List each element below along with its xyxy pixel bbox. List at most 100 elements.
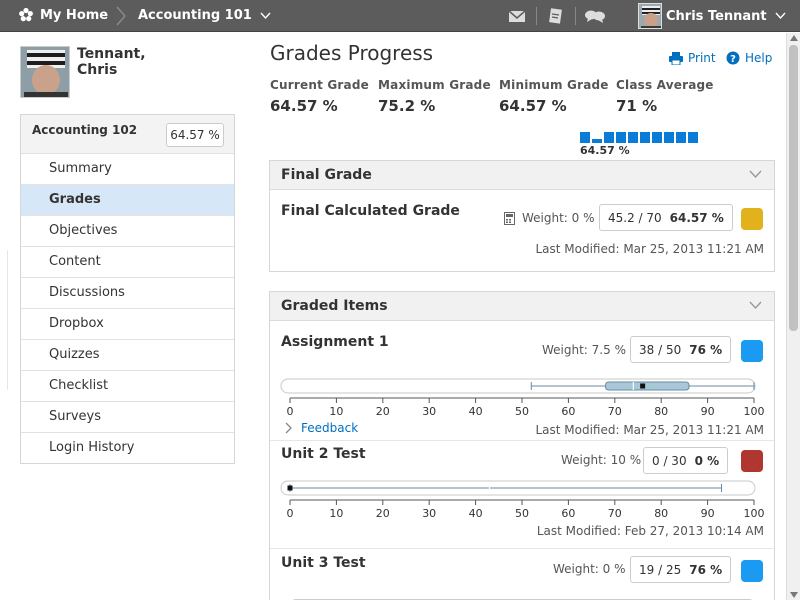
final-grade-color-swatch bbox=[741, 208, 763, 230]
nav-item-surveys[interactable]: Surveys bbox=[21, 401, 234, 432]
course-selector[interactable]: Accounting 101 bbox=[138, 8, 271, 23]
feedback-link[interactable]: Feedback bbox=[285, 421, 358, 435]
home-flower-icon bbox=[19, 7, 33, 22]
iqr-box bbox=[605, 381, 690, 391]
item-score-box: 38 / 50 76 % bbox=[630, 336, 732, 363]
tick-label: 10 bbox=[329, 507, 343, 520]
nav-item-quizzes[interactable]: Quizzes bbox=[21, 339, 234, 370]
tick-label: 60 bbox=[561, 507, 575, 520]
user-name: Chris Tennant bbox=[666, 8, 767, 24]
tick-label: 20 bbox=[376, 405, 390, 418]
avatar bbox=[638, 3, 662, 29]
print-link[interactable]: Print bbox=[669, 51, 716, 65]
nav-item-grades[interactable]: Grades bbox=[21, 184, 234, 215]
class-average-stat: Class Average 71 % bbox=[616, 78, 714, 115]
profile-name: Tennant, Chris bbox=[77, 46, 146, 78]
tick-label: 30 bbox=[422, 507, 436, 520]
course-selector-label: Accounting 101 bbox=[138, 8, 252, 23]
item-weight: Weight: 10 % bbox=[561, 453, 642, 467]
minimum-grade-stat: Minimum Grade 64.57 % bbox=[499, 78, 609, 115]
minimum-grade-label: Minimum Grade bbox=[499, 78, 609, 92]
graded-items-title: Graded Items bbox=[281, 298, 388, 314]
final-percent: 64.57 % bbox=[669, 210, 724, 225]
svg-text:?: ? bbox=[730, 54, 736, 65]
maximum-grade-stat: Maximum Grade 75.2 % bbox=[378, 78, 491, 115]
breadcrumb-separator-icon bbox=[116, 6, 127, 26]
current-grade-label: Current Grade bbox=[270, 78, 369, 92]
class-average-value: 71 % bbox=[616, 97, 658, 115]
tick-label: 40 bbox=[469, 405, 483, 418]
caret-down-icon bbox=[775, 12, 786, 20]
nav-item-content[interactable]: Content bbox=[21, 246, 234, 277]
notification-icons bbox=[506, 5, 606, 27]
item-title: Unit 2 Test bbox=[281, 446, 366, 462]
final-calculated-grade-title: Final Calculated Grade bbox=[281, 203, 460, 219]
nav-item-discussions[interactable]: Discussions bbox=[21, 277, 234, 308]
item-title: Unit 3 Test bbox=[281, 555, 366, 571]
nav-item-objectives[interactable]: Objectives bbox=[21, 215, 234, 246]
help-link[interactable]: ? Help bbox=[726, 51, 772, 65]
item-percent: 76 % bbox=[689, 342, 723, 357]
graded-items-header[interactable]: Graded Items bbox=[270, 292, 774, 321]
item-modified: Last Modified: Feb 27, 2013 10:14 AM bbox=[536, 524, 764, 538]
scroll-up-icon[interactable] bbox=[790, 35, 798, 41]
distribution-bar bbox=[664, 132, 674, 143]
distribution-bar bbox=[640, 132, 650, 143]
graded-item-row: Assignment 1 Weight: 7.5 % 38 / 50 76 % … bbox=[270, 322, 774, 440]
student-marker bbox=[287, 485, 293, 491]
chevron-down-icon[interactable] bbox=[749, 301, 762, 309]
tick-label: 100 bbox=[744, 507, 765, 520]
tick-label: 50 bbox=[515, 405, 529, 418]
final-grade-title: Final Grade bbox=[281, 167, 372, 183]
scrollbar-thumb[interactable] bbox=[789, 45, 798, 331]
nav-item-login-history[interactable]: Login History bbox=[21, 432, 234, 463]
grade-distribution-bars bbox=[580, 132, 700, 143]
graded-item-row: Unit 3 Test Weight: 0 % 19 / 25 76 % bbox=[270, 548, 774, 600]
tick-label: 40 bbox=[469, 507, 483, 520]
page-title: Grades Progress bbox=[270, 41, 434, 65]
divider bbox=[7, 250, 8, 390]
current-grade-stat: Current Grade 64.57 % bbox=[270, 78, 369, 115]
my-home-label: My Home bbox=[40, 7, 109, 23]
final-grade-panel: Final Grade Final Calculated Grade Weigh… bbox=[269, 160, 775, 272]
student-marker bbox=[640, 383, 646, 389]
updates-icon[interactable] bbox=[545, 5, 567, 27]
tick-label: 50 bbox=[515, 507, 529, 520]
distribution-bar bbox=[604, 132, 614, 143]
tick-label: 0 bbox=[287, 405, 294, 418]
item-weight: Weight: 0 % bbox=[553, 562, 626, 576]
minimum-grade-value: 64.57 % bbox=[499, 97, 567, 115]
distribution-bar bbox=[616, 132, 626, 143]
tick-label: 80 bbox=[654, 507, 668, 520]
item-score-box: 19 / 25 76 % bbox=[630, 556, 732, 583]
mail-icon[interactable] bbox=[506, 5, 528, 27]
item-percent: 76 % bbox=[689, 562, 723, 577]
nav-item-checklist[interactable]: Checklist bbox=[21, 370, 234, 401]
distribution-bar bbox=[592, 139, 602, 143]
distribution-bar bbox=[652, 132, 662, 143]
item-score: 0 / 30 bbox=[652, 453, 687, 468]
unit-2-test-box-plot: 0 10 20 30 40 50 60 70 80 90 100 bbox=[280, 480, 765, 520]
vertical-scrollbar[interactable] bbox=[786, 33, 800, 600]
my-home-link[interactable]: My Home bbox=[18, 7, 108, 23]
current-grade-value: 64.57 % bbox=[270, 97, 338, 115]
final-score: 45.2 / 70 bbox=[608, 210, 662, 225]
nav-item-summary[interactable]: Summary bbox=[21, 153, 234, 184]
scroll-down-icon[interactable] bbox=[790, 592, 798, 598]
chat-icon[interactable] bbox=[584, 5, 606, 27]
tick-label: 100 bbox=[744, 405, 765, 418]
distribution-bar bbox=[676, 132, 686, 143]
final-modified: Last Modified: Mar 25, 2013 11:21 AM bbox=[535, 242, 764, 256]
course-name: Accounting 102 bbox=[32, 123, 138, 137]
tick-label: 70 bbox=[608, 507, 622, 520]
maximum-grade-value: 75.2 % bbox=[378, 97, 436, 115]
course-nav: Summary Grades Objectives Content Discus… bbox=[20, 153, 235, 464]
course-summary[interactable]: Accounting 102 64.57 % bbox=[20, 114, 235, 154]
nav-item-dropbox[interactable]: Dropbox bbox=[21, 308, 234, 339]
final-weight: Weight: 0 % bbox=[522, 211, 595, 225]
chevron-down-icon[interactable] bbox=[749, 170, 762, 178]
final-grade-header[interactable]: Final Grade bbox=[270, 161, 774, 190]
tick-label: 30 bbox=[422, 405, 436, 418]
feedback-label: Feedback bbox=[301, 421, 359, 435]
user-menu[interactable]: Chris Tennant bbox=[638, 3, 786, 29]
